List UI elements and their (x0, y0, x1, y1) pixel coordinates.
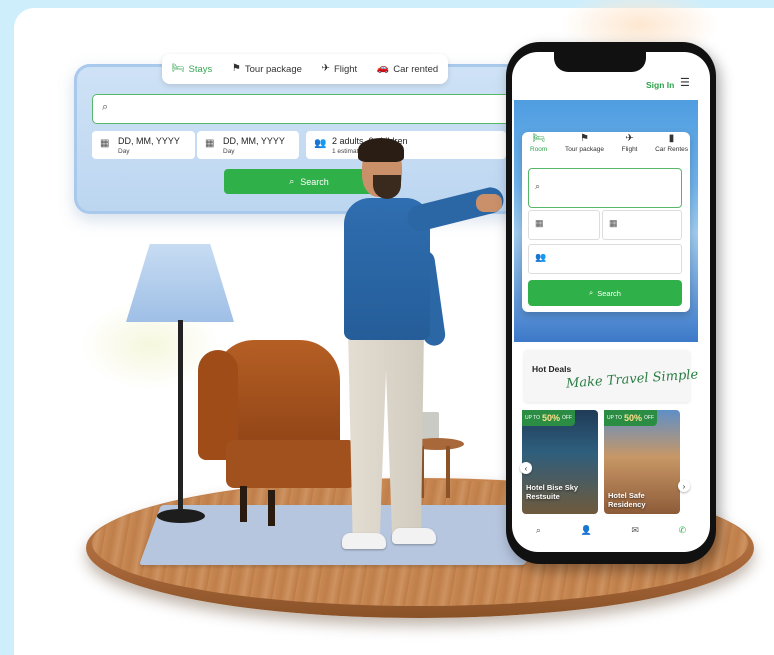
bed-icon: 🛏 (171, 63, 185, 74)
calendar-icon: ▦ (535, 218, 544, 228)
sign-in-link[interactable]: Sign In (646, 80, 674, 90)
search-icon: ⌕ (589, 288, 594, 297)
hotel-name: Hotel Safe Residency (608, 491, 646, 509)
hotel-name: Hotel Bise Sky Restsuite (526, 483, 579, 501)
mobile-tab-car-rentes[interactable]: ▮ Car Rentes (655, 134, 688, 164)
calendar-icon: ▦ (205, 138, 215, 149)
armchair-leg (240, 486, 247, 522)
carousel-next-button[interactable]: › (678, 480, 690, 492)
side-table-leg (446, 446, 450, 498)
tab-flight[interactable]: ✈ Flight (322, 64, 358, 75)
shoe (392, 528, 436, 544)
badge-value: 50% (624, 413, 643, 423)
car-icon: 🚗 (376, 63, 390, 74)
mobile-tab-flight[interactable]: ✈ Flight (622, 134, 638, 164)
badge-value: 50% (542, 413, 561, 423)
badge-prefix: UP TO (607, 415, 623, 421)
destination-search-input[interactable]: ⌕ (92, 94, 524, 124)
mobile-search-button-label: Search (597, 288, 621, 298)
plane-icon: ✈ (625, 133, 634, 144)
whatsapp-icon[interactable]: ✆ (679, 525, 687, 536)
mobile-tab-label: Room (530, 146, 548, 153)
checkin-value: DD, MM, YYYY (118, 136, 180, 146)
checkin-date-field[interactable]: ▦ DD, MM, YYYY Day (92, 131, 195, 159)
tab-label: Stays (188, 63, 213, 75)
man-hair (358, 138, 404, 162)
checkin-sub: Day (118, 148, 130, 155)
guests-icon: 👥 (314, 138, 327, 149)
mobile-tab-room[interactable]: 🛏 Room (530, 134, 547, 164)
shoe (342, 533, 386, 549)
mobile-tab-label: Tour package (564, 146, 604, 153)
search-icon: ⌕ (289, 176, 295, 186)
bed-icon: 🛏 (532, 133, 546, 144)
mobile-tab-tour-package[interactable]: ⚑ Tour package (565, 134, 604, 164)
mobile-checkin-field[interactable]: ▦ (528, 210, 600, 240)
mobile-tabs: 🛏 Room ⚑ Tour package ✈ Flight ▮ Car Ren… (530, 134, 688, 164)
calendar-icon: ▦ (100, 138, 110, 149)
search-icon: ⌕ (535, 181, 541, 191)
mail-icon[interactable]: ✉ (631, 525, 639, 536)
plane-icon: ✈ (321, 63, 330, 74)
mobile-search-button[interactable]: ⌕ Search (528, 280, 682, 306)
tab-car-rented[interactable]: 🚗 Car rented (377, 64, 438, 75)
armchair-leg (268, 490, 275, 526)
discount-badge: UP TO 50% OFF (522, 410, 576, 426)
mobile-checkout-field[interactable]: ▦ (602, 210, 682, 240)
cup (421, 412, 439, 440)
flag-icon: ⚑ (579, 133, 589, 144)
checkout-value: DD, MM, YYYY (223, 136, 285, 146)
search-button-label: Search (300, 176, 329, 187)
search-icon: ⌕ (102, 101, 109, 113)
man-hand (476, 194, 502, 212)
mobile-tab-label: Car Rentes (655, 146, 688, 153)
tab-label: Tour package (244, 63, 302, 75)
phone-notch (554, 52, 646, 72)
flag-icon: ⚑ (231, 63, 241, 74)
car-icon: ▮ (668, 133, 675, 144)
user-icon[interactable]: 👤 (581, 525, 592, 536)
calendar-icon: ▦ (609, 218, 618, 228)
guests-field[interactable]: 👥 2 adults, 0 children 1 estimate (306, 131, 506, 159)
guests-icon: 👥 (535, 252, 547, 262)
checkout-date-field[interactable]: ▦ DD, MM, YYYY Day (197, 131, 299, 159)
mobile-bottom-nav: ⌕ 👤 ✉ ✆ (516, 516, 706, 544)
mobile-guests-field[interactable]: 👥 (528, 244, 682, 274)
mobile-tab-label: Flight (621, 146, 638, 153)
tab-stays[interactable]: 🛏 Stays (172, 64, 212, 75)
discount-badge: UP TO 50% OFF (604, 410, 658, 426)
checkout-sub: Day (223, 148, 235, 155)
floor-lamp-base (157, 509, 205, 523)
mobile-search-input[interactable]: ⌕ (528, 168, 682, 208)
menu-icon[interactable]: ☰ (680, 76, 690, 89)
badge-suffix: OFF (644, 415, 655, 421)
carousel-prev-button[interactable]: ‹ (520, 462, 532, 474)
tab-label: Flight (333, 63, 358, 75)
search-icon[interactable]: ⌕ (536, 525, 541, 536)
hot-deals-title: Hot Deals (532, 364, 572, 374)
floor-lamp-pole (178, 320, 183, 516)
armchair-seat (226, 440, 356, 488)
badge-suffix: OFF (562, 415, 573, 421)
desktop-tabs: 🛏 Stays ⚑ Tour package ✈ Flight 🚗 Car re… (162, 54, 448, 84)
tab-tour-package[interactable]: ⚑ Tour package (232, 64, 302, 75)
tab-label: Car rented (393, 63, 439, 75)
badge-prefix: UP TO (525, 415, 541, 421)
